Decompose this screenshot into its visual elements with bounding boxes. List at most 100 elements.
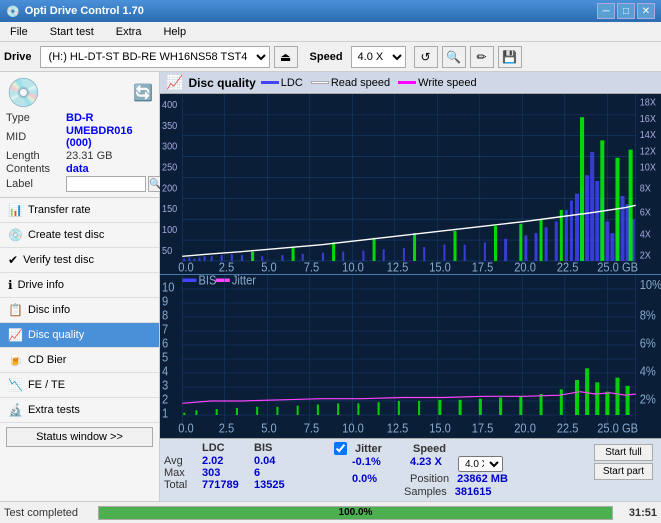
sidebar: 💿 🔄 Type BD-R MID UMEBDR016 (000) Length… [0, 72, 160, 501]
sidebar-item-drive-info[interactable]: ℹ Drive info [0, 273, 159, 298]
disc-type-row: Type BD-R [6, 112, 153, 124]
svg-text:8: 8 [162, 307, 168, 322]
start-full-button[interactable]: Start full [594, 444, 653, 461]
svg-text:17.5: 17.5 [472, 260, 494, 274]
disc-type-icon: 💿 [6, 76, 41, 109]
svg-text:22.5: 22.5 [557, 420, 579, 435]
menubar: File Start test Extra Help [0, 22, 661, 42]
cd-bier-icon: 🍺 [8, 353, 23, 367]
sidebar-item-disc-info[interactable]: 📋 Disc info [0, 298, 159, 323]
disc-label-input[interactable] [66, 176, 146, 192]
jitter-checkbox[interactable] [334, 442, 347, 455]
stats-bar: LDC BIS Avg 2.02 0.04 Max 303 6 Total [160, 438, 661, 501]
legend-ldc-color [261, 81, 279, 84]
svg-text:16X: 16X [640, 113, 657, 125]
disc-label-label: Label [6, 178, 66, 190]
legend-ldc: LDC [261, 77, 303, 89]
disc-info-icon: 📋 [8, 303, 23, 317]
speed-dropdown[interactable]: 4.0 X [458, 456, 503, 472]
start-part-button[interactable]: Start part [594, 463, 653, 480]
svg-text:20.0: 20.0 [514, 260, 536, 274]
minimize-button[interactable]: ─ [597, 3, 615, 19]
svg-text:15.0: 15.0 [429, 260, 451, 274]
svg-text:8X: 8X [640, 183, 652, 195]
sidebar-item-cd-bier[interactable]: 🍺 CD Bier [0, 348, 159, 373]
svg-text:BIS: BIS [198, 275, 216, 288]
status-window-button[interactable]: Status window >> [6, 427, 153, 447]
drive-info-icon: ℹ [8, 278, 13, 292]
svg-text:350: 350 [162, 120, 178, 132]
ldc-bis-stats: LDC BIS Avg 2.02 0.04 Max 303 6 Total [164, 442, 324, 491]
menu-extra[interactable]: Extra [110, 24, 148, 40]
titlebar: 💿 Opti Drive Control 1.70 ─ □ ✕ [0, 0, 661, 22]
sidebar-item-verify-test-disc[interactable]: ✔ Verify test disc [0, 248, 159, 273]
sidebar-item-extra-tests[interactable]: 🔬 Extra tests [0, 398, 159, 423]
sidebar-item-label: Disc quality [28, 329, 84, 341]
top-chart: 400 350 300 250 200 150 100 50 18X 16X 1… [160, 94, 661, 275]
status-text: Test completed [4, 507, 94, 519]
svg-text:200: 200 [162, 183, 178, 195]
legend-write-color [398, 81, 416, 84]
disc-contents-value: data [66, 163, 89, 175]
svg-text:2.5: 2.5 [219, 260, 235, 274]
samples-val: 381615 [455, 486, 492, 498]
chart-legend: LDC Read speed Write speed [261, 77, 477, 89]
svg-text:15.0: 15.0 [429, 420, 451, 435]
svg-text:12.5: 12.5 [387, 260, 409, 274]
bis-total: 13525 [254, 479, 296, 491]
svg-text:12.5: 12.5 [387, 420, 409, 435]
svg-text:5: 5 [162, 349, 168, 364]
content-header-icon: 📈 [166, 74, 183, 91]
svg-text:Jitter: Jitter [232, 275, 256, 288]
extra-tests-icon: 🔬 [8, 403, 23, 417]
legend-read-color [311, 81, 329, 84]
svg-text:6: 6 [162, 335, 168, 350]
write-button[interactable]: ✏ [470, 46, 494, 68]
svg-text:4%: 4% [640, 363, 656, 378]
disc-type-label: Type [6, 112, 66, 124]
speed-label: Speed [310, 51, 343, 63]
svg-text:22.5: 22.5 [557, 260, 579, 274]
sidebar-item-disc-quality[interactable]: 📈 Disc quality [0, 323, 159, 348]
jitter-avg: -0.1% [352, 456, 402, 472]
sidebar-item-create-test-disc[interactable]: 💿 Create test disc [0, 223, 159, 248]
total-label: Total [164, 479, 192, 491]
legend-read-speed: Read speed [311, 77, 390, 89]
maximize-button[interactable]: □ [617, 3, 635, 19]
top-chart-svg: 400 350 300 250 200 150 100 50 18X 16X 1… [160, 94, 661, 274]
close-button[interactable]: ✕ [637, 3, 655, 19]
sidebar-item-label: CD Bier [28, 354, 67, 366]
menu-file[interactable]: File [4, 24, 34, 40]
jitter-header: Jitter [355, 443, 405, 455]
svg-text:1: 1 [162, 405, 168, 420]
disc-contents-row: Contents data [6, 163, 153, 175]
save-button[interactable]: 💾 [498, 46, 522, 68]
bis-header: BIS [254, 442, 296, 454]
ldc-total: 771789 [202, 479, 244, 491]
refresh-button[interactable]: ↺ [414, 46, 438, 68]
menu-help[interactable]: Help [157, 24, 192, 40]
bis-max: 6 [254, 467, 296, 479]
drive-select[interactable]: (H:) HL-DT-ST BD-RE WH16NS58 TST4 [40, 46, 270, 68]
svg-text:2.5: 2.5 [219, 420, 235, 435]
sidebar-item-label: Create test disc [28, 229, 104, 241]
svg-text:50: 50 [162, 245, 173, 257]
svg-text:7.5: 7.5 [304, 260, 320, 274]
titlebar-controls[interactable]: ─ □ ✕ [597, 3, 655, 19]
legend-read-label: Read speed [331, 77, 390, 89]
scan-button[interactable]: 🔍 [442, 46, 466, 68]
sidebar-item-transfer-rate[interactable]: 📊 Transfer rate [0, 198, 159, 223]
transfer-rate-icon: 📊 [8, 203, 23, 217]
disc-type-value: BD-R [66, 112, 94, 124]
disc-refresh-icon[interactable]: 🔄 [133, 83, 153, 103]
menu-start-test[interactable]: Start test [44, 24, 100, 40]
speed-select[interactable]: 4.0 X [351, 46, 406, 68]
ldc-avg: 2.02 [202, 455, 244, 467]
position-label: Position [410, 473, 449, 485]
legend-write-label: Write speed [418, 77, 477, 89]
action-buttons: Start full Start part [590, 442, 657, 482]
speed-val: 4.23 X [410, 456, 450, 472]
sidebar-item-fe-te[interactable]: 📉 FE / TE [0, 373, 159, 398]
eject-button[interactable]: ⏏ [274, 46, 298, 68]
app-title: Opti Drive Control 1.70 [25, 5, 144, 17]
